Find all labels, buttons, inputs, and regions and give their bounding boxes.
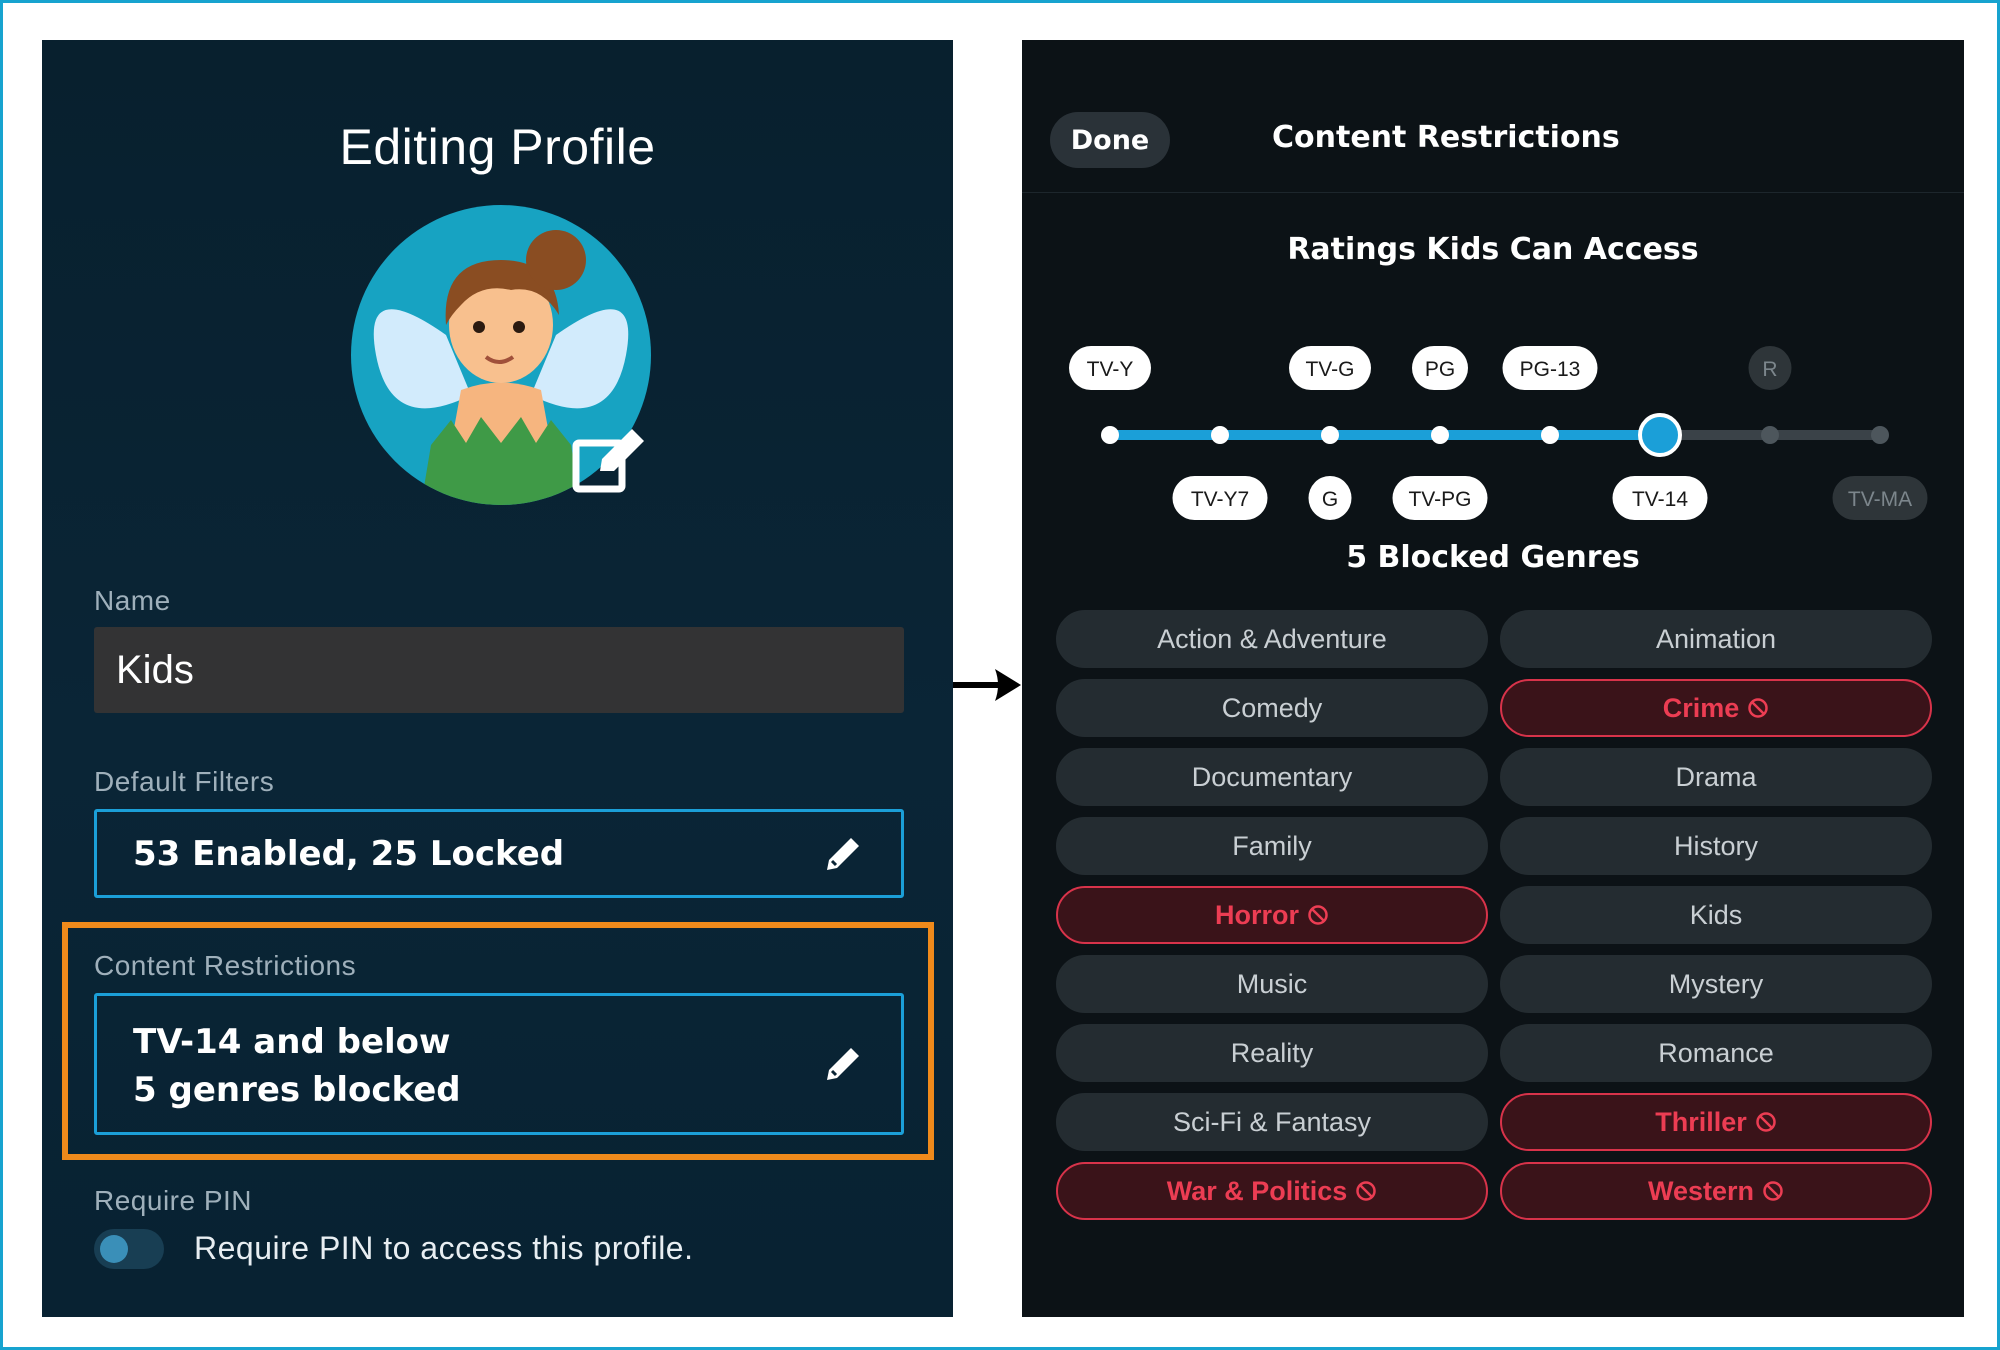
- genre-pill[interactable]: Reality: [1056, 1024, 1488, 1082]
- rating-label: PG-13: [1520, 358, 1581, 381]
- genre-label: Sci-Fi & Fantasy: [1172, 1106, 1372, 1137]
- genre-pill[interactable]: Thriller: [1500, 1093, 1932, 1151]
- require-pin-label: Require PIN: [94, 1185, 253, 1216]
- genre-label: History: [1673, 830, 1758, 861]
- genre-label: Thriller: [1655, 1106, 1747, 1137]
- done-button[interactable]: Done: [1050, 112, 1170, 168]
- rating-label: TV-MA: [1848, 488, 1912, 511]
- genre-label: Western: [1647, 1175, 1755, 1206]
- page-title: Editing Profile: [339, 119, 656, 175]
- genre-pill[interactable]: Family: [1056, 817, 1488, 875]
- default-filters-value: 53 Enabled, 25 Locked: [133, 833, 565, 874]
- slider-stop[interactable]: [1321, 426, 1339, 444]
- arrow-right-icon: [953, 669, 1021, 701]
- content-restrictions-label: Content Restrictions: [94, 950, 357, 981]
- rating-label: G: [1322, 488, 1338, 511]
- genre-pill[interactable]: War & Politics: [1056, 1162, 1488, 1220]
- genre-label: Animation: [1655, 623, 1777, 654]
- genre-pill[interactable]: Music: [1056, 955, 1488, 1013]
- genre-label: Drama: [1675, 761, 1757, 792]
- blocked-icon: [1748, 698, 1769, 718]
- genre-pill[interactable]: Drama: [1500, 748, 1932, 806]
- genre-label: Kids: [1689, 899, 1743, 930]
- default-filters-label: Default Filters: [94, 766, 275, 797]
- content-restrictions-panel: Done Content Restrictions Ratings Kids C…: [1022, 40, 1964, 1317]
- edit-avatar-icon[interactable]: [570, 423, 650, 503]
- pencil-icon[interactable]: [823, 1044, 863, 1084]
- header-divider: [1022, 192, 1964, 193]
- name-label: Name: [94, 585, 171, 616]
- toggle-knob: [100, 1235, 128, 1263]
- blocked-icon: [1756, 1112, 1776, 1132]
- blocked-icon: [1308, 905, 1328, 925]
- slider-stop[interactable]: [1101, 426, 1119, 444]
- genre-pill[interactable]: Comedy: [1056, 679, 1488, 737]
- genre-pill[interactable]: Western: [1500, 1162, 1932, 1220]
- default-filters-field[interactable]: 53 Enabled, 25 Locked: [94, 809, 904, 898]
- genre-label: Mystery: [1668, 968, 1764, 999]
- slider-stop[interactable]: [1761, 426, 1779, 444]
- rating-slider[interactable]: TV-Y TV-Y7 TV-G G PG TV-PG PG-13 TV-14 R TV-MA: [1022, 290, 1964, 550]
- rating-label: TV-14: [1632, 488, 1688, 511]
- content-restrictions-field[interactable]: TV-14 and below 5 genres blocked: [94, 993, 904, 1135]
- genre-label: Action & Adventure: [1157, 623, 1387, 654]
- require-pin-text: Require PIN to access this profile.: [194, 1230, 694, 1266]
- genre-pill[interactable]: Sci-Fi & Fantasy: [1056, 1093, 1488, 1151]
- genres-heading: 5 Blocked Genres: [1346, 540, 1640, 575]
- name-input[interactable]: Kids: [94, 627, 904, 713]
- genre-label: Romance: [1658, 1037, 1774, 1068]
- genre-label: Crime: [1662, 692, 1740, 723]
- genre-label: War & Politics: [1166, 1175, 1348, 1206]
- pencil-icon[interactable]: [823, 834, 863, 874]
- genre-grid: Action & Adventure Animation Comedy Crime Do…: [1056, 610, 1936, 1220]
- genre-label: Comedy: [1221, 692, 1323, 723]
- genre-pill[interactable]: Animation: [1500, 610, 1932, 668]
- rating-label: TV-Y7: [1191, 488, 1249, 511]
- genre-pill[interactable]: Crime: [1500, 679, 1932, 737]
- slider-thumb[interactable]: [1638, 413, 1682, 457]
- blocked-icon: [1356, 1181, 1377, 1201]
- slider-stop[interactable]: [1431, 426, 1449, 444]
- rating-label: R: [1762, 358, 1777, 381]
- genre-pill[interactable]: Documentary: [1056, 748, 1488, 806]
- genre-pill[interactable]: Mystery: [1500, 955, 1932, 1013]
- slider-stop[interactable]: [1211, 426, 1229, 444]
- rating-label: TV-Y: [1087, 358, 1134, 381]
- genre-label: Music: [1236, 968, 1308, 999]
- genre-label: Reality: [1230, 1037, 1314, 1068]
- ratings-heading: Ratings Kids Can Access: [1287, 232, 1699, 267]
- require-pin-toggle[interactable]: [94, 1229, 164, 1269]
- blocked-icon: [1763, 1181, 1783, 1201]
- genre-pill[interactable]: History: [1500, 817, 1932, 875]
- slider-stop[interactable]: [1541, 426, 1559, 444]
- rating-label: PG: [1425, 358, 1455, 381]
- genre-pill[interactable]: Kids: [1500, 886, 1932, 944]
- genre-label: Horror: [1214, 899, 1299, 930]
- panel-title: Content Restrictions: [1272, 120, 1620, 155]
- genre-pill[interactable]: Romance: [1500, 1024, 1932, 1082]
- restrictions-rating-summary: TV-14 and below: [133, 1022, 451, 1062]
- genre-pill[interactable]: Horror: [1056, 886, 1488, 944]
- slider-stop[interactable]: [1871, 426, 1889, 444]
- rating-label: TV-PG: [1408, 488, 1471, 511]
- rating-label: TV-G: [1305, 358, 1354, 381]
- genre-label: Family: [1232, 830, 1312, 861]
- profile-editor-panel: Editing Profile Name Kids Default Filter…: [42, 40, 953, 1317]
- genre-pill[interactable]: Action & Adventure: [1056, 610, 1488, 668]
- restrictions-genre-summary: 5 genres blocked: [133, 1070, 461, 1110]
- genre-label: Documentary: [1191, 761, 1353, 792]
